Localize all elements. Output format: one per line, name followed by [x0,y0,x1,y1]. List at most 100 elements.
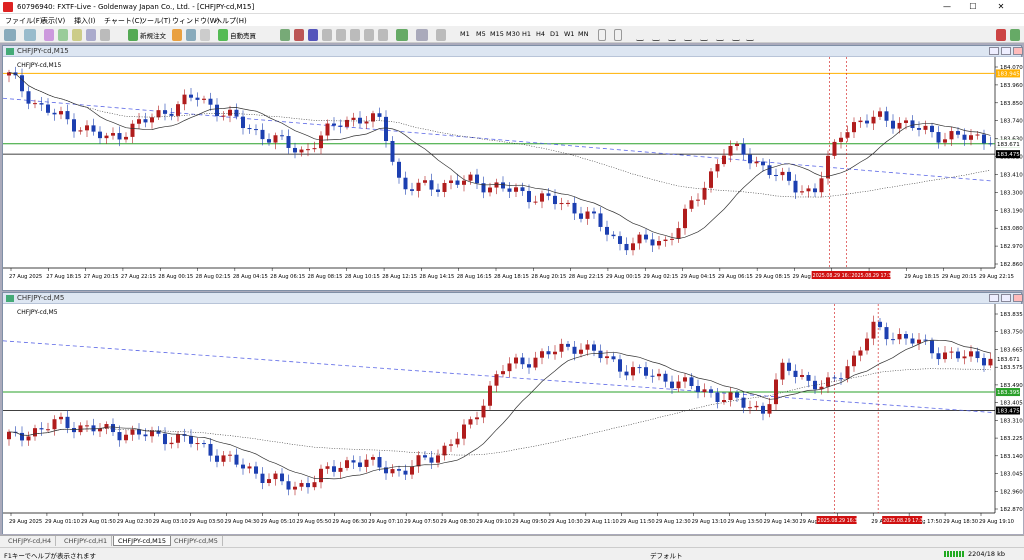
tf-h4[interactable]: H4 [536,30,545,38]
tf-mn[interactable]: MN [578,30,588,38]
menu-chart[interactable]: チャート(C) [104,16,142,26]
candle-chart-icon[interactable] [294,29,304,41]
tf-m1[interactable]: M1 [460,30,470,38]
candle-body [813,380,817,390]
crosshair-icon[interactable] [614,29,622,41]
zoom-in-icon[interactable] [322,29,332,41]
candle-body [579,213,583,219]
menu-tools[interactable]: ツール(T) [140,16,171,26]
tab-m15[interactable]: CHFJPY-cd,M15 [113,536,172,546]
arrows-icon[interactable] [746,29,754,41]
menu-view[interactable]: 表示(V) [41,16,65,26]
candle-body [780,362,785,380]
tf-h1[interactable]: H1 [522,30,531,38]
auto-trade-button[interactable]: 自動売買 [230,30,256,40]
candle-body [117,133,122,140]
new-order-icon[interactable] [128,29,138,41]
candle-body [501,371,505,375]
cursor-icon[interactable] [598,29,606,41]
zoom-out-icon[interactable] [336,29,346,41]
market-watch-icon[interactable] [44,29,54,41]
price-tick-label: 183.045 [1000,472,1023,478]
candle-body [449,444,453,446]
candle-body [722,400,726,403]
periods-icon[interactable] [416,29,428,41]
price-tick-label: 183.310 [1000,418,1023,424]
tf-d1[interactable]: D1 [550,30,559,38]
candle-body [871,116,876,124]
channel-icon[interactable] [684,29,692,41]
tf-w1[interactable]: W1 [564,30,575,38]
chart-window-m5[interactable]: CHFJPY-cd,M5 CHFJPY-cd,M5 183.835 183.750 1… [2,292,1023,534]
new-chart-icon[interactable] [4,29,16,41]
bar-chart-icon[interactable] [280,29,290,41]
tile-windows-icon[interactable] [350,29,360,41]
chart-close-button[interactable] [1013,47,1023,55]
signals-icon[interactable] [186,29,196,41]
tab-h4[interactable]: CHFJPY-cd,H4 [4,536,57,546]
data-window-icon[interactable] [58,29,68,41]
candle-body [182,94,187,105]
search-icon[interactable] [996,29,1006,41]
chart-maximize-button[interactable] [1001,294,1011,302]
chart-shift-icon[interactable] [378,29,388,41]
strategy-tester-icon[interactable] [100,29,110,41]
menu-insert[interactable]: 挿入(I) [74,16,96,26]
navigator-icon[interactable] [72,29,82,41]
terminal-icon[interactable] [86,29,96,41]
tab-m5[interactable]: CHFJPY-cd,M5 [170,536,223,546]
candle-body [845,132,850,138]
tf-m30[interactable]: M30 [506,30,520,38]
chart-minimize-button[interactable] [989,294,999,302]
tf-m5[interactable]: M5 [476,30,486,38]
time-tick-label: 29 Aug 11:10 [584,519,619,525]
menu-help[interactable]: ヘルプ(H) [215,16,247,26]
tab-h1[interactable]: CHFJPY-cd,H1 [60,536,113,546]
candle-body [501,182,505,189]
minimize-button[interactable]: — [940,2,954,12]
new-order-button[interactable]: 新規注文 [140,30,166,40]
vertical-line-icon[interactable] [636,29,644,41]
fibonacci-icon[interactable] [700,29,708,41]
chart-area[interactable]: CHFJPY-cd,M15 184.070183.960183.850183.74… [3,57,1023,290]
chart-minimize-button[interactable] [989,47,999,55]
indicators-icon[interactable] [396,29,408,41]
chart-window-m15[interactable]: CHFJPY-cd,M15 CHFJPY-cd,M15 184.070 183.96… [2,45,1023,291]
candle-body [598,350,603,359]
account-icon[interactable] [1010,29,1020,41]
candle-body [436,189,440,192]
text-tool-icon[interactable] [716,29,724,41]
metaeditor-icon[interactable] [172,29,182,41]
close-button[interactable]: ✕ [994,2,1008,12]
candle-body [195,443,200,445]
candle-body [936,353,941,360]
price-tick-label: 183.740 [1000,119,1023,125]
candle-body [702,389,707,393]
line-chart-icon[interactable] [308,29,318,41]
menu-window[interactable]: ウィンドウ(W) [172,16,219,26]
trendline-icon[interactable] [668,29,676,41]
candle-body [663,239,668,242]
candle-body [377,113,382,117]
time-tick-label: 28 Aug 12:15 [382,274,417,280]
candle-body [761,161,765,166]
time-tick-label: 29 Aug 05:10 [260,519,295,525]
candle-body [39,428,44,430]
candle-body [761,405,765,414]
chart-area[interactable]: CHFJPY-cd,M5 183.835 183.750 183.665 183.575… [3,304,1023,534]
templates-icon[interactable] [436,29,446,41]
menu-file[interactable]: ファイル(F) [5,16,43,26]
chart-close-button[interactable] [1013,294,1023,302]
horizontal-line-icon[interactable] [652,29,660,41]
vps-icon[interactable] [200,29,210,41]
chart-maximize-button[interactable] [1001,47,1011,55]
auto-trade-icon[interactable] [218,29,228,41]
time-tick-label: 29 Aug 13:50 [728,519,763,525]
maximize-button[interactable]: ☐ [966,2,980,12]
tf-m15[interactable]: M15 [490,30,504,38]
candle-body [208,98,213,105]
label-tool-icon[interactable] [732,29,740,41]
autoscroll-icon[interactable] [364,29,374,41]
profiles-icon[interactable] [24,29,36,41]
candle-body [696,199,700,201]
